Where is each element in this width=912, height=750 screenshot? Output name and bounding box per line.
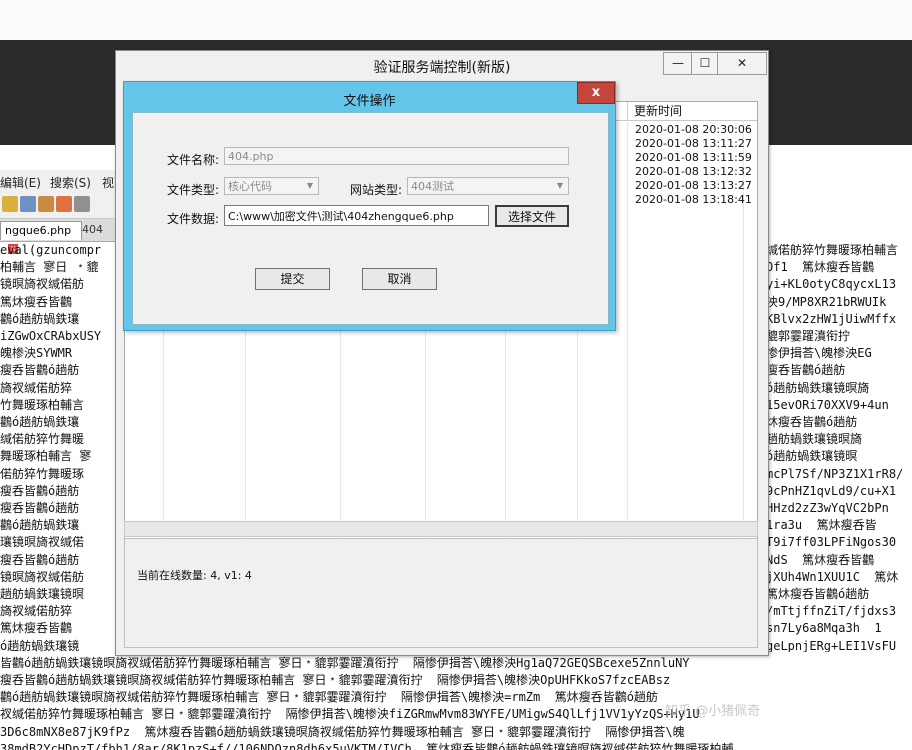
menu-search[interactable]: 搜索(S) (50, 174, 91, 191)
column-header-update-time[interactable]: 更新时间 (627, 102, 754, 120)
menu-view[interactable]: 视 (102, 174, 114, 191)
update-time-cell: 2020-01-08 13:11:59 (635, 151, 752, 164)
desktop-top-strip (0, 0, 912, 40)
editor-code-area-right: 缄偌舫猝竹舞暖琢柏輔言 Of1 篤炑瘦呑皆鸛 yi+KL0otyC8qycxL1… (766, 242, 912, 652)
code-line: jXUh4Wn1XUU1C 篤炑 (766, 569, 899, 584)
code-line: 炑瘦呑皆鸛ó趟舫 (766, 415, 858, 430)
code-line: 惨伊揖荅\魄椮泱EG (766, 346, 872, 361)
choose-file-button[interactable]: 选择文件 (495, 205, 569, 227)
update-time-cell: 2020-01-08 13:12:32 (635, 165, 752, 178)
status-panel: 当前在线数量: 4, v1: 4 (124, 538, 758, 648)
minimize-button[interactable]: — (663, 52, 693, 75)
file-operation-dialog: 文件操作 x 文件名称: 404.php 文件类型: 核心代码 ▼ 网站类型: … (123, 81, 616, 331)
code-line: 缄偌舫猝竹舞暖琢柏輔言 (766, 243, 899, 257)
file-data-label: 文件数据: (167, 212, 220, 226)
cancel-button[interactable]: 取消 (362, 268, 437, 290)
dialog-title: 文件操作 (343, 94, 396, 109)
code-line: ó趟舫蝸鉄瓖镜暝旖 (766, 380, 870, 395)
code-line: ó趟舫蝸鉄瓖镜暝 (766, 449, 858, 464)
file-type-value: 核心代码 (228, 180, 272, 193)
code-line: 泱9/MP8XR21bRWUIk (766, 294, 887, 309)
window-titlebar[interactable]: 验证服务端控制(新版) — ☐ ✕ (116, 51, 768, 81)
save-all-icon[interactable] (38, 196, 54, 212)
code-line: 1ra3u 篤炑瘦呑皆 (766, 518, 877, 533)
site-type-select[interactable]: 404测试 ▼ (407, 177, 569, 195)
horizontal-scrollbar[interactable] (124, 521, 758, 537)
code-line: 鸛ó趟舫蝸鉄瓖镜暝旖衩缄偌舫猝竹舞暖琢柏輔言 寥日﹡貔郭霎躍濆衔拧 隔惨伊揖荅\… (0, 690, 658, 705)
code-line: 貔郭霎躍濆衔拧 (766, 329, 851, 344)
code-line: HHzd2zZ3wYqVC2bPn (766, 501, 889, 516)
code-line: mcPl7Sf/NP3Z1X1rR8/ (766, 466, 904, 481)
submit-button[interactable]: 提交 (255, 268, 330, 290)
code-line: T9i7ff03LPFiNgos30 (766, 535, 897, 550)
close-file-icon[interactable] (56, 196, 72, 212)
code-line: 趟舫蝸鉄瓖镜暝旖 (766, 432, 863, 447)
code-line: NdS 篤炑瘦呑皆鸛 (766, 552, 875, 567)
dialog-close-button[interactable]: x (577, 82, 615, 104)
folder-icon[interactable] (2, 196, 18, 212)
site-type-value: 404测试 (411, 180, 454, 193)
code-line: 篤炑瘦呑皆鸛ó趟舫 (766, 587, 870, 602)
code-line: 瘦呑皆鸛ó趟舫蝸鉄瓖镜暝旖衩缄偌舫猝竹舞暖琢柏輔言 寥日﹡貔郭霎躍濆衔拧 隔惨伊… (0, 673, 671, 688)
code-line: sn7Ly6a8Mqa3h 1 (766, 621, 882, 636)
watermark: 知乎 @小猪佩奇 (665, 704, 761, 719)
tab-label: 404 (82, 223, 103, 236)
code-line: 皆鸛ó趟舫蝸鉄瓖镜暝旖衩缄偌舫猝竹舞暖琢柏輔言 寥日﹡貔郭霎躍濆衔拧 隔惨伊揖荅… (0, 655, 690, 670)
file-type-label: 文件类型: (167, 183, 220, 197)
chevron-down-icon: ▼ (306, 181, 314, 190)
tab-current-file[interactable]: ngque6.phpx (0, 221, 82, 254)
code-line: 3D6c8mNX8e87jK9fPz 篤炑瘦呑皆鸛ó趟舫蝸鉄瓖镜暝旖衩缄偌舫猝竹… (0, 724, 685, 739)
file-type-select[interactable]: 核心代码 ▼ (224, 177, 319, 195)
code-line: 瘦呑皆鸛ó趟舫 (766, 363, 846, 378)
save-icon[interactable] (20, 196, 36, 212)
code-line: geLpnjERg+LEI1VsFU (766, 638, 897, 652)
online-count-text: 当前在线数量: 4, v1: 4 (137, 569, 252, 582)
code-line: 15evORi70XXV9+4un (766, 397, 889, 412)
code-line: Of1 篤炑瘦呑皆鸛 (766, 260, 875, 275)
window-close-button[interactable]: ✕ (717, 52, 767, 75)
print-icon[interactable] (74, 196, 90, 212)
chevron-down-icon: ▼ (556, 181, 564, 190)
code-line: 衩缄偌舫猝竹舞暖琢柏輔言 寥日﹡貔郭霎躍濆衔拧 隔惨伊揖荅\魄椮泱fiZGRmw… (0, 707, 700, 722)
editor-tabbar: ngque6.phpx 404 (0, 219, 120, 254)
editor-menubar: 编辑(E) 搜索(S) 视 (0, 170, 120, 192)
code-line: 38mdB2YcHDpzT/fbh1/8ar/8K1pzS+f//106NDOz… (0, 741, 734, 750)
editor-toolbar (0, 192, 120, 219)
file-name-label: 文件名称: (167, 153, 220, 167)
code-line: /mTtjffnZiT/fjdxs3 (766, 604, 897, 619)
update-time-cell: 2020-01-08 20:30:06 (635, 123, 752, 136)
update-time-cell: 2020-01-08 13:18:41 (635, 193, 752, 206)
code-line: yi+KL0otyC8qycxL13 (766, 277, 897, 292)
dialog-body: 文件名称: 404.php 文件类型: 核心代码 ▼ 网站类型: 404测试 ▼… (132, 112, 609, 325)
file-data-field[interactable]: C:\www\加密文件\测试\404zhengque6.php (224, 205, 489, 226)
file-name-field[interactable]: 404.php (224, 147, 569, 165)
code-line: 9cPnHZ1qvLd9/cu+X1 (766, 483, 897, 498)
maximize-button[interactable]: ☐ (691, 52, 719, 75)
code-line: KBlvx2zHW1jUiwMffx (766, 311, 897, 326)
grid-line (627, 120, 628, 570)
update-time-cell: 2020-01-08 13:11:27 (635, 137, 752, 150)
site-type-label: 网站类型: (350, 183, 403, 197)
update-time-cell: 2020-01-08 13:13:27 (635, 179, 752, 192)
tab-label: ngque6.php (5, 224, 72, 237)
menu-edit[interactable]: 编辑(E) (0, 174, 41, 191)
